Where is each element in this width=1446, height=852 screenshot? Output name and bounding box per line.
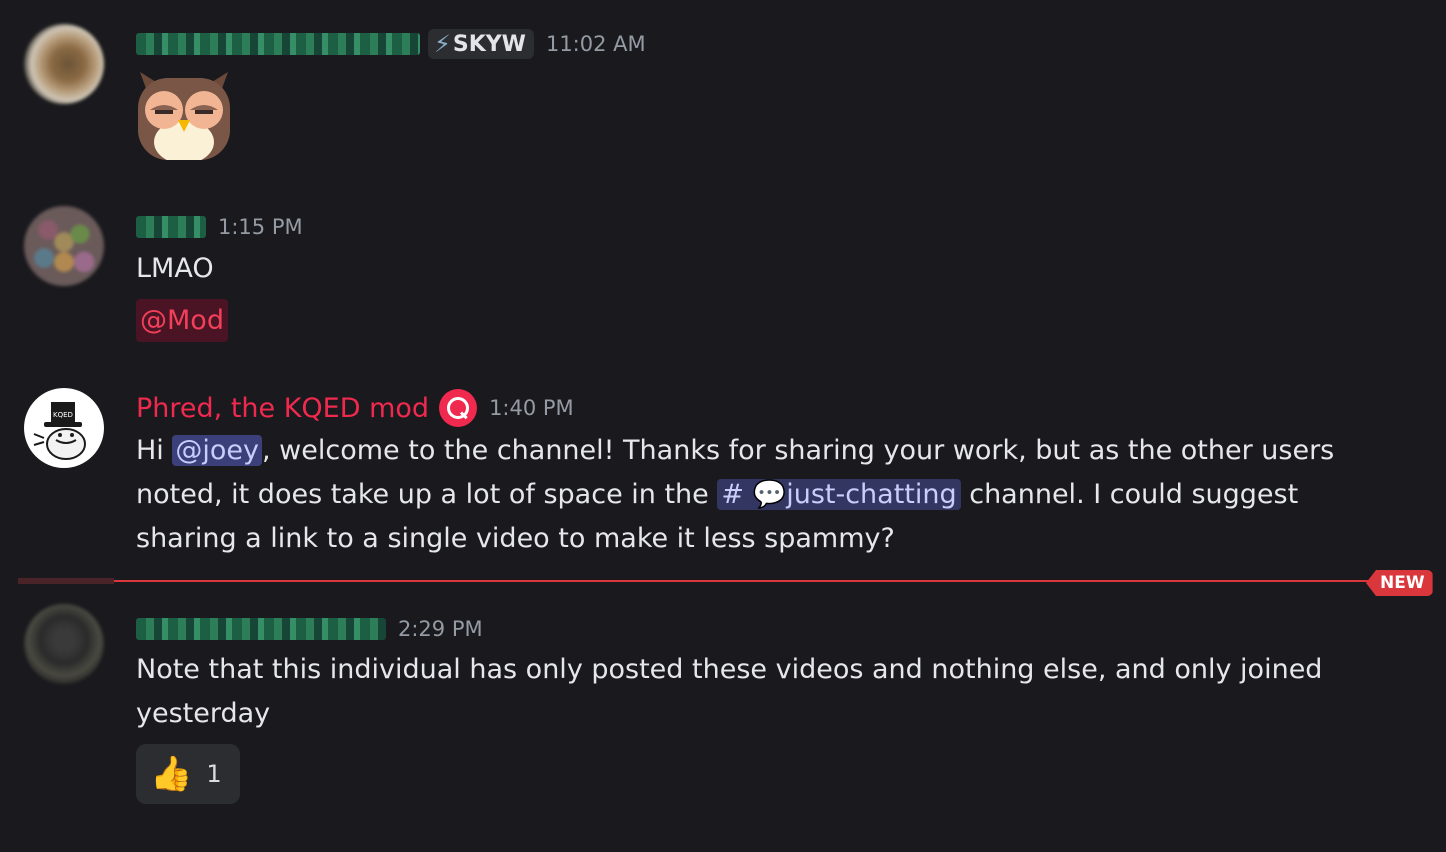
- message-line: sharing a link to a single video to make…: [136, 523, 895, 554]
- username-redacted[interactable]: [136, 216, 206, 238]
- chat-message-list: ⚡ SKYW 11:02 AM 1:15 PM LMAO @Mod KQED P…: [0, 0, 1446, 852]
- avatar[interactable]: [24, 604, 104, 684]
- message-text: Hi @joey, welcome to the channel! Thanks…: [136, 429, 1334, 561]
- timestamp[interactable]: 2:29 PM: [398, 617, 483, 641]
- speech-bubble-icon: 💬: [752, 479, 787, 510]
- avatar[interactable]: KQED: [24, 388, 104, 468]
- sleepy-owl-sticker[interactable]: [136, 64, 232, 160]
- message-header: 2:29 PM: [136, 611, 483, 647]
- message-text: LMAO: [136, 253, 214, 284]
- text-segment: , welcome to the channel! Thanks for sha…: [262, 435, 1335, 466]
- username-redacted[interactable]: [136, 33, 420, 55]
- message-line: noted, it does take up a lot of space in…: [136, 473, 1334, 517]
- message-text: Note that this individual has only poste…: [136, 648, 1322, 736]
- channel-hash-icon: #: [721, 479, 744, 510]
- author-name[interactable]: Phred, the KQED mod: [136, 393, 429, 424]
- timestamp[interactable]: 11:02 AM: [546, 32, 646, 56]
- reaction-count: 1: [206, 760, 222, 788]
- message-header: ⚡ SKYW 11:02 AM: [136, 26, 646, 62]
- message-header: Phred, the KQED mod 1:40 PM: [136, 389, 574, 427]
- avatar[interactable]: [24, 24, 104, 104]
- channel-link[interactable]: # 💬just-chatting: [717, 479, 961, 510]
- user-mention[interactable]: @joey: [172, 435, 263, 466]
- username-redacted[interactable]: [136, 618, 386, 640]
- server-tag[interactable]: ⚡ SKYW: [428, 29, 534, 59]
- lightning-bolt-icon: ⚡: [434, 30, 451, 58]
- divider-shadow: [18, 578, 114, 584]
- new-messages-badge: NEW: [1366, 570, 1433, 596]
- svg-text:KQED: KQED: [53, 411, 73, 419]
- timestamp[interactable]: 1:15 PM: [218, 215, 303, 239]
- message-header: 1:15 PM: [136, 209, 303, 245]
- kqed-q-badge-icon[interactable]: [439, 389, 478, 427]
- new-messages-divider: [18, 580, 1378, 582]
- timestamp[interactable]: 1:40 PM: [489, 396, 574, 420]
- text-segment: noted, it does take up a lot of space in…: [136, 479, 718, 510]
- kqed-mascot-icon: KQED: [33, 402, 86, 460]
- channel-name: just-chatting: [786, 479, 957, 510]
- avatar[interactable]: [24, 206, 104, 286]
- message-line: yesterday: [136, 698, 271, 729]
- message-line: Note that this individual has only poste…: [136, 654, 1323, 685]
- message-line: Hi @joey, welcome to the channel! Thanks…: [136, 429, 1334, 473]
- server-tag-label: SKYW: [452, 31, 526, 57]
- text-segment: channel. I could suggest: [960, 479, 1299, 510]
- reaction-button[interactable]: 👍 1: [136, 744, 240, 804]
- role-mention[interactable]: @Mod: [136, 299, 228, 342]
- text-segment: Hi: [136, 435, 173, 466]
- thumbs-up-icon: 👍: [150, 754, 193, 794]
